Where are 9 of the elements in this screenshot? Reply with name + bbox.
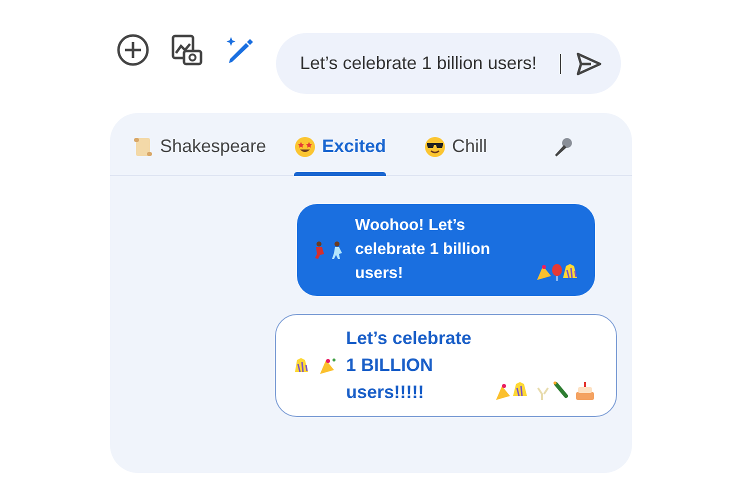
message-text: Let’s celebrate 1 BILLION users!!!!! — [346, 327, 472, 404]
message-text: Let’s celebrate 1 billion users! — [300, 52, 538, 75]
message-text: Woohoo! Let’s celebrate 1 billion users! — [355, 216, 492, 284]
tone-tab[interactable]: Excited — [294, 113, 424, 175]
tone-tab[interactable]: Shakespeare — [132, 113, 294, 175]
tone-tab[interactable]: Chill — [424, 113, 552, 175]
suggested-message-bubble[interactable]: Let’s celebrate 1 BILLION users!!!!! — [275, 314, 617, 417]
message-input-field[interactable]: Let’s celebrate 1 billion users! — [276, 33, 621, 94]
sent-message-bubble[interactable]: Woohoo! Let’s celebrate 1 billion users! — [297, 204, 595, 296]
